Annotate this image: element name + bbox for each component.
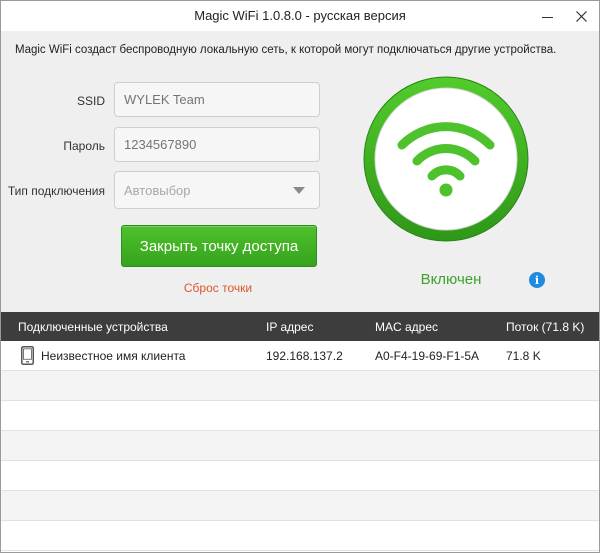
connection-type-select[interactable]: Автовыбор	[114, 171, 320, 209]
status-text: Включен	[420, 271, 482, 288]
table-row-empty	[1, 401, 599, 431]
connection-type-label: Тип подключения	[7, 184, 105, 198]
window-title: Magic WiFi 1.0.8.0 - русская версия	[194, 8, 406, 23]
column-header-mac[interactable]: MAC адрес	[375, 320, 438, 334]
table-row-empty	[1, 491, 599, 521]
devices-table-header: Подключенные устройства IP адрес MAC адр…	[1, 312, 599, 341]
column-header-traffic[interactable]: Поток (71.8 K)	[506, 320, 584, 334]
table-row-empty	[1, 461, 599, 491]
app-window: Magic WiFi 1.0.8.0 - русская версия Magi…	[0, 0, 600, 553]
close-hotspot-button[interactable]: Закрыть точку доступа	[121, 225, 317, 267]
connection-type-value: Автовыбор	[124, 183, 191, 198]
info-icon[interactable]: i	[529, 272, 545, 288]
column-header-ip[interactable]: IP адрес	[266, 320, 313, 334]
reset-hotspot-link[interactable]: Сброс точки	[121, 281, 315, 295]
minimize-icon	[541, 17, 553, 18]
password-label: Пароль	[63, 139, 105, 153]
table-row-empty	[1, 521, 599, 551]
device-name: Неизвестное имя клиента	[41, 349, 186, 363]
table-row-empty	[1, 431, 599, 461]
hotspot-status-indicator[interactable]	[362, 75, 530, 243]
phone-icon	[21, 346, 34, 365]
device-traffic: 71.8 K	[506, 349, 541, 363]
password-input[interactable]	[114, 127, 320, 162]
wifi-status-graphic	[363, 76, 529, 242]
device-mac: A0-F4-19-69-F1-5A	[375, 349, 480, 363]
column-header-device[interactable]: Подключенные устройства	[18, 320, 168, 334]
close-button[interactable]	[565, 3, 597, 29]
app-description: Magic WiFi создаст беспроводную локальну…	[15, 44, 557, 56]
settings-panel: Magic WiFi создаст беспроводную локальну…	[1, 31, 599, 312]
table-row[interactable]: Неизвестное имя клиента 192.168.137.2 A0…	[1, 341, 599, 371]
device-ip: 192.168.137.2	[266, 349, 343, 363]
devices-table-body: Неизвестное имя клиента 192.168.137.2 A0…	[1, 341, 599, 552]
close-icon	[575, 10, 587, 22]
chevron-down-icon	[293, 187, 305, 194]
minimize-button[interactable]	[531, 3, 563, 29]
ssid-label: SSID	[76, 94, 105, 108]
ssid-input[interactable]	[114, 82, 320, 117]
table-row-empty	[1, 371, 599, 401]
title-bar[interactable]: Magic WiFi 1.0.8.0 - русская версия	[1, 1, 599, 31]
